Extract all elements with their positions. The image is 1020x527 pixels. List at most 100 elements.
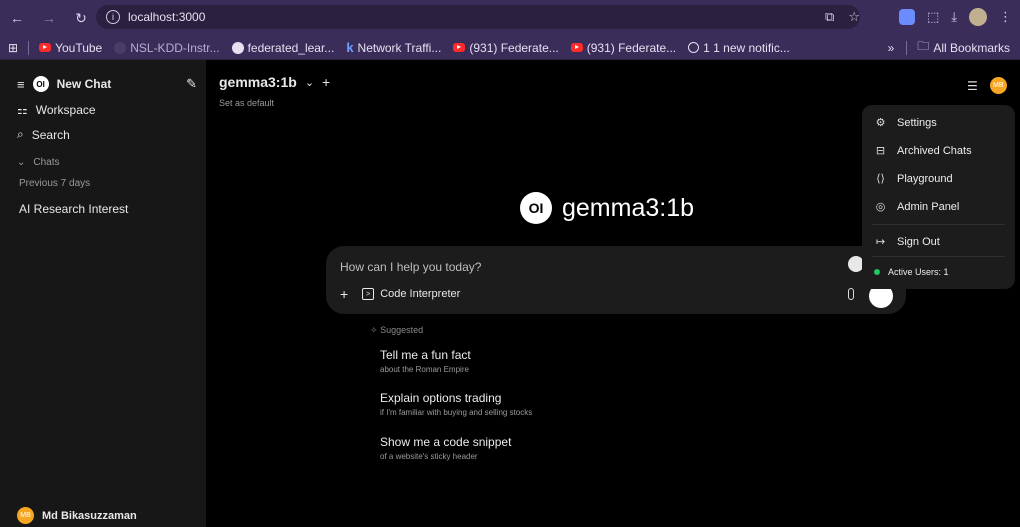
sidebar-item-search[interactable]: ⌕ Search — [17, 127, 70, 142]
workspace-icon: ⚏ — [17, 103, 28, 117]
bookmark-label: YouTube — [55, 40, 103, 55]
suggestion-item[interactable]: Explain options trading if I'm familiar … — [380, 391, 532, 417]
suggested-header: ✧ Suggested — [370, 325, 423, 336]
github-icon — [231, 41, 244, 54]
add-model-icon[interactable]: + — [322, 74, 330, 90]
new-chat-label[interactable]: New Chat — [57, 77, 112, 91]
model-selector[interactable]: gemma3:1b ⌄ + — [219, 74, 330, 90]
user-profile[interactable]: MB Md Bikasuzzaman — [17, 507, 137, 524]
apps-grid-icon[interactable]: ⊞ — [8, 41, 18, 55]
bookmark-federated[interactable]: federated_lear... — [226, 41, 341, 55]
code-interpreter-button[interactable]: > Code Interpreter — [362, 288, 460, 300]
sidebar: ≡ OI New Chat ✎ ⚏ Workspace ⌕ Search ⌄ C… — [0, 60, 206, 527]
active-users-label: Active Users: 1 — [888, 267, 949, 277]
avatar[interactable]: MB — [989, 77, 1007, 94]
sparkle-icon: ✧ — [370, 325, 378, 335]
app-area: ≡ OI New Chat ✎ ⚏ Workspace ⌕ Search ⌄ C… — [0, 60, 1020, 527]
chat-input-box: How can I help you today? + > Code Inter… — [326, 246, 906, 314]
menu-item-settings[interactable]: ⚙ Settings — [874, 116, 937, 130]
github-icon — [114, 41, 127, 54]
menu-item-label: Playground — [897, 172, 953, 185]
site-info-icon[interactable]: i — [106, 10, 120, 24]
bookmark-youtube[interactable]: YouTube — [33, 41, 108, 55]
add-attachment-icon[interactable]: + — [340, 286, 348, 302]
suggested-label: Suggested — [380, 325, 424, 335]
model-name: gemma3:1b — [219, 74, 297, 90]
terminal-icon: > — [362, 288, 375, 300]
menu-item-label: Archived Chats — [897, 144, 972, 157]
install-app-icon[interactable]: ⧉ — [825, 9, 834, 25]
menu-item-playground[interactable]: ⟨⟩ Playground — [874, 172, 953, 186]
download-icon[interactable]: ⤓ — [951, 9, 957, 25]
browser-toolbar: ← → ↻ i localhost:3000 ⧉ ☆ ⬚ ⤓ ⋮ — [0, 0, 1020, 36]
all-bookmarks-button[interactable]: 🗀 All Bookmarks — [911, 37, 1016, 58]
suggestion-subtitle: about the Roman Empire — [380, 365, 469, 374]
user-menu-dropdown: ⚙ Settings ⊟ Archived Chats ⟨⟩ Playgroun… — [862, 105, 1015, 289]
bookmarks-divider — [906, 40, 908, 55]
bookmark-label: 1 1 new notific... — [703, 40, 790, 55]
bookmark-nsl-kdd[interactable]: NSL-KDD-Instr... — [108, 41, 225, 55]
openwebui-logo-icon: OI — [520, 192, 552, 224]
bookmark-label: Network Traffi... — [357, 40, 442, 55]
menu-item-sign-out[interactable]: ↦ Sign Out — [874, 235, 940, 249]
suggestion-title: Show me a code snippet — [380, 435, 512, 449]
hero-title: OI gemma3:1b — [520, 192, 694, 224]
suggestion-subtitle: of a website's sticky header — [380, 452, 478, 461]
user-name: Md Bikasuzzaman — [42, 509, 137, 522]
address-bar[interactable]: i localhost:3000 — [96, 5, 860, 29]
controls-sliders-icon[interactable]: ☰ — [967, 79, 978, 93]
reload-icon[interactable]: ↻ — [70, 7, 92, 29]
all-bookmarks-label: All Bookmarks — [933, 40, 1010, 55]
menu-item-label: Sign Out — [897, 235, 940, 248]
hero-model-name: gemma3:1b — [562, 193, 695, 222]
suggestion-item[interactable]: Tell me a fun fact about the Roman Empir… — [380, 348, 471, 374]
search-icon: ⌕ — [17, 127, 24, 141]
set-as-default-link[interactable]: Set as default — [219, 98, 274, 108]
sidebar-item-workspace[interactable]: ⚏ Workspace — [17, 103, 96, 117]
previous-7-days-label: Previous 7 days — [19, 178, 91, 189]
avatar: MB — [17, 507, 34, 524]
forward-arrow-icon[interactable]: → — [38, 7, 60, 29]
profile-avatar-icon[interactable] — [969, 8, 987, 26]
sidebar-header: ≡ OI New Chat ✎ — [17, 76, 197, 92]
user-circle-icon: ◎ — [875, 201, 886, 213]
menu-icon[interactable]: ≡ — [17, 77, 25, 92]
bookmark-label: NSL-KDD-Instr... — [130, 40, 220, 55]
globe-icon — [688, 42, 700, 53]
bookmark-star-icon[interactable]: ☆ — [848, 9, 860, 25]
extension-icon[interactable] — [898, 9, 915, 25]
more-bookmarks-button[interactable]: » — [888, 41, 895, 55]
menu-divider — [872, 256, 1005, 257]
bookmark-federate-2[interactable]: (931) Federate... — [565, 41, 682, 55]
bookmarks-divider — [28, 40, 30, 55]
bookmark-network-traffic[interactable]: k Network Traffi... — [340, 40, 447, 55]
back-arrow-icon[interactable]: ← — [6, 7, 28, 29]
online-status-dot — [874, 269, 880, 275]
chats-header[interactable]: ⌄ Chats — [17, 157, 60, 168]
archive-icon: ⊟ — [875, 145, 886, 157]
bookmark-label: (931) Federate... — [586, 40, 677, 55]
url-text: localhost:3000 — [128, 10, 206, 24]
chat-input[interactable]: How can I help you today? — [340, 260, 481, 274]
new-chat-pencil-icon[interactable]: ✎ — [186, 76, 197, 92]
menu-divider — [872, 224, 1005, 225]
openwebui-logo-icon: OI — [32, 76, 49, 92]
bookmark-notifications[interactable]: 1 1 new notific... — [682, 41, 796, 55]
bookmarks-bar: ⊞ YouTube NSL-KDD-Instr... federated_lea… — [0, 36, 1020, 60]
youtube-icon — [453, 43, 466, 52]
microphone-icon[interactable] — [848, 288, 854, 300]
extensions-puzzle-icon[interactable]: ⬚ — [927, 9, 939, 25]
menu-item-admin-panel[interactable]: ◎ Admin Panel — [874, 200, 960, 214]
menu-item-archived-chats[interactable]: ⊟ Archived Chats — [874, 144, 972, 158]
chat-item-ai-research[interactable]: AI Research Interest — [19, 202, 128, 216]
bookmark-federate-1[interactable]: (931) Federate... — [447, 41, 564, 55]
code-interpreter-label: Code Interpreter — [380, 288, 461, 300]
chats-label: Chats — [33, 157, 60, 168]
menu-item-label: Admin Panel — [897, 200, 960, 213]
bookmark-label: federated_lear... — [247, 40, 335, 55]
chevron-down-icon: ⌄ — [304, 76, 315, 89]
browser-menu-icon[interactable]: ⋮ — [999, 9, 1012, 25]
suggestion-item[interactable]: Show me a code snippet of a website's st… — [380, 435, 511, 461]
gear-icon: ⚙ — [875, 117, 886, 129]
search-label: Search — [31, 127, 70, 142]
